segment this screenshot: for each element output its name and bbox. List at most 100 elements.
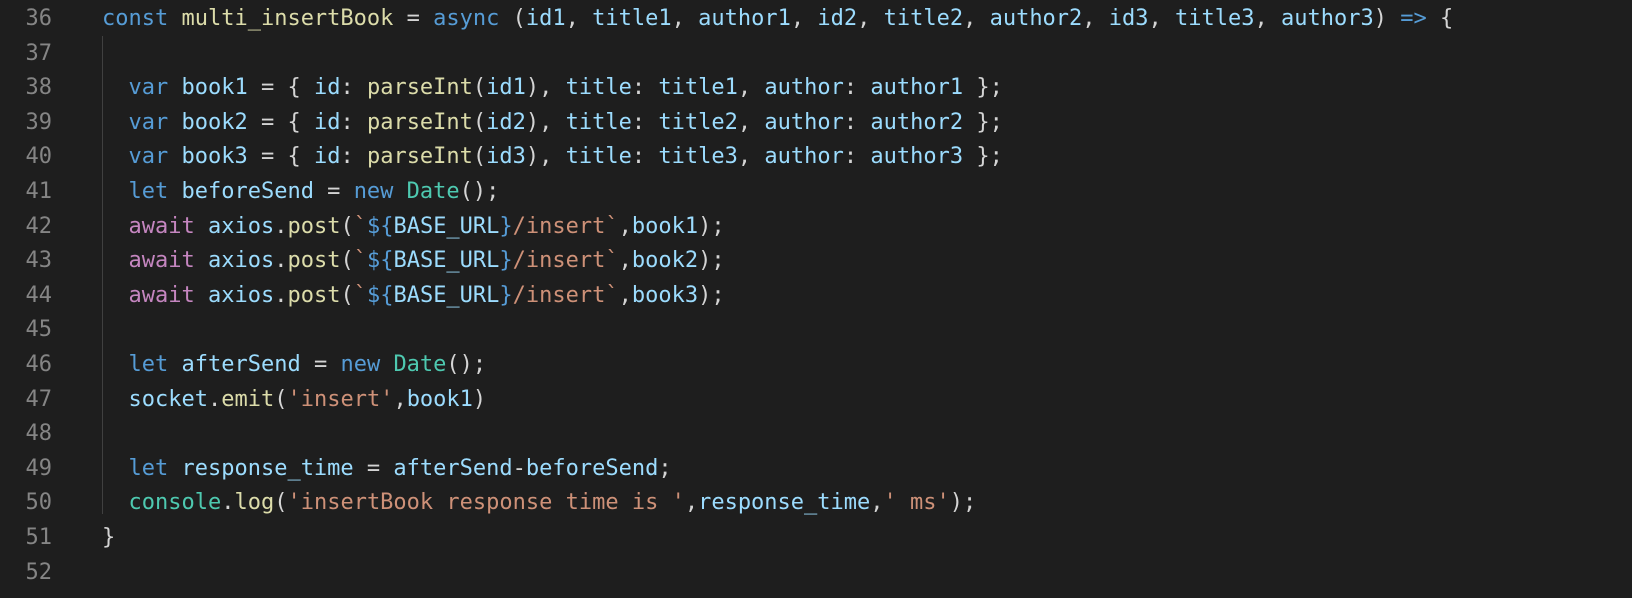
code-token: }: [102, 525, 116, 550]
code-token: parseInt: [366, 144, 473, 170]
code-token: parseInt: [366, 109, 473, 135]
code-token: title: [565, 144, 632, 170]
code-line[interactable]: 48: [0, 416, 1632, 452]
code-token: /insert`: [512, 213, 619, 239]
code-token: parseInt: [366, 75, 473, 101]
code-token: );: [698, 248, 725, 274]
line-code: await axios.post(`${BASE_URL}/insert`,bo…: [102, 278, 725, 314]
code-token: -: [512, 455, 526, 481]
code-token: response_time: [698, 490, 871, 516]
code-token: 'insert': [287, 386, 394, 412]
code-token: book1: [631, 213, 699, 239]
code-token: ,: [684, 490, 699, 516]
code-token: ): [472, 386, 487, 412]
code-token: ;: [658, 455, 672, 481]
code-token: let: [128, 179, 182, 204]
code-token: const: [102, 6, 182, 31]
line-code: let response_time = afterSend-beforeSend…: [102, 451, 672, 487]
code-token: }: [499, 282, 513, 308]
code-token: var: [128, 75, 182, 101]
code-line[interactable]: 37: [0, 36, 1632, 72]
code-token: book3: [181, 144, 248, 170]
code-token: async: [433, 6, 500, 31]
code-line[interactable]: 42 await axios.post(`${BASE_URL}/insert`…: [0, 209, 1632, 245]
code-token: (: [340, 248, 354, 274]
code-token: Date: [393, 352, 447, 377]
code-line[interactable]: 39 var book2 = { id: parseInt(id2), titl…: [0, 105, 1632, 141]
code-token: :: [340, 109, 367, 135]
code-line[interactable]: 40 var book3 = { id: parseInt(id3), titl…: [0, 139, 1632, 175]
code-token: ();: [459, 179, 500, 204]
code-token: new: [353, 179, 407, 204]
code-line[interactable]: 46 let afterSend = new Date();: [0, 347, 1632, 383]
code-line[interactable]: 44 await axios.post(`${BASE_URL}/insert`…: [0, 278, 1632, 314]
code-token: author: [764, 144, 844, 170]
code-line[interactable]: 36 const multi_insertBook = async (id1, t…: [0, 1, 1632, 37]
code-token: new: [340, 352, 394, 377]
line-number: 50: [25, 490, 53, 516]
code-token: :: [631, 144, 659, 170]
code-line[interactable]: 50 console.log('insertBook response time…: [0, 485, 1632, 521]
code-token: (: [274, 490, 288, 516]
code-token: title: [565, 109, 632, 135]
code-token: id2: [486, 109, 526, 135]
code-token: =>: [1400, 6, 1427, 31]
code-token: axios: [207, 248, 275, 274]
code-token: =: [313, 179, 354, 204]
code-token: log: [234, 490, 275, 516]
code-token: id1: [486, 75, 526, 101]
code-line[interactable]: 51}: [0, 520, 1632, 556]
code-token: .: [274, 248, 288, 274]
code-token: ,: [618, 248, 632, 274]
code-token: multi_insertBook: [181, 6, 394, 31]
code-token: ,: [1254, 6, 1282, 31]
line-number: 52: [25, 559, 53, 585]
line-number: 39: [25, 109, 53, 135]
code-token: (: [472, 75, 487, 101]
code-token: :: [843, 109, 871, 135]
code-line[interactable]: 41 let beforeSend = new Date();: [0, 174, 1632, 210]
line-number: 42: [25, 213, 53, 239]
code-token: id3: [486, 144, 526, 170]
code-token: :: [340, 75, 367, 101]
code-line[interactable]: 52: [0, 555, 1632, 591]
code-token: :: [340, 144, 367, 170]
code-token: await: [128, 213, 208, 239]
code-token: ,: [565, 6, 593, 31]
code-line[interactable]: 47 socket.emit('insert',book1): [0, 382, 1632, 418]
code-token: = {: [247, 144, 314, 170]
code-token: .: [207, 386, 222, 412]
code-token: .: [274, 282, 288, 308]
code-token: );: [698, 282, 725, 308]
code-line[interactable]: 38 var book1 = { id: parseInt(id1), titl…: [0, 70, 1632, 106]
line-number: 47: [25, 386, 53, 412]
code-line[interactable]: 49 let response_time = afterSend-beforeS…: [0, 451, 1632, 487]
code-token: ,: [870, 490, 884, 516]
code-token: (: [472, 109, 487, 135]
code-token: author: [764, 75, 844, 101]
code-token: title1: [592, 6, 672, 31]
code-token: ,: [671, 6, 699, 31]
code-line[interactable]: 45: [0, 312, 1632, 348]
code-token: post: [287, 282, 341, 308]
code-token: let: [128, 455, 182, 481]
code-token: author3: [870, 144, 964, 170]
code-token: };: [963, 75, 1003, 101]
code-token: {: [1426, 6, 1454, 31]
line-code: await axios.post(`${BASE_URL}/insert`,bo…: [102, 209, 725, 245]
code-token: book1: [406, 386, 473, 412]
code-token: ,: [790, 6, 818, 31]
code-token: author1: [698, 6, 791, 31]
code-token: ,: [963, 6, 990, 31]
line-code: let beforeSend = new Date();: [102, 174, 500, 210]
code-token: ,: [1082, 6, 1109, 31]
code-token: beforeSend: [525, 455, 659, 481]
code-token: afterSend: [393, 455, 513, 481]
code-token: `: [353, 282, 367, 308]
code-token: await: [128, 248, 208, 274]
line-code: console.log('insertBook response time is…: [102, 485, 977, 521]
code-editor[interactable]: 36 const multi_insertBook = async (id1, t…: [0, 0, 1632, 598]
code-line[interactable]: 43 await axios.post(`${BASE_URL}/insert`…: [0, 243, 1632, 279]
